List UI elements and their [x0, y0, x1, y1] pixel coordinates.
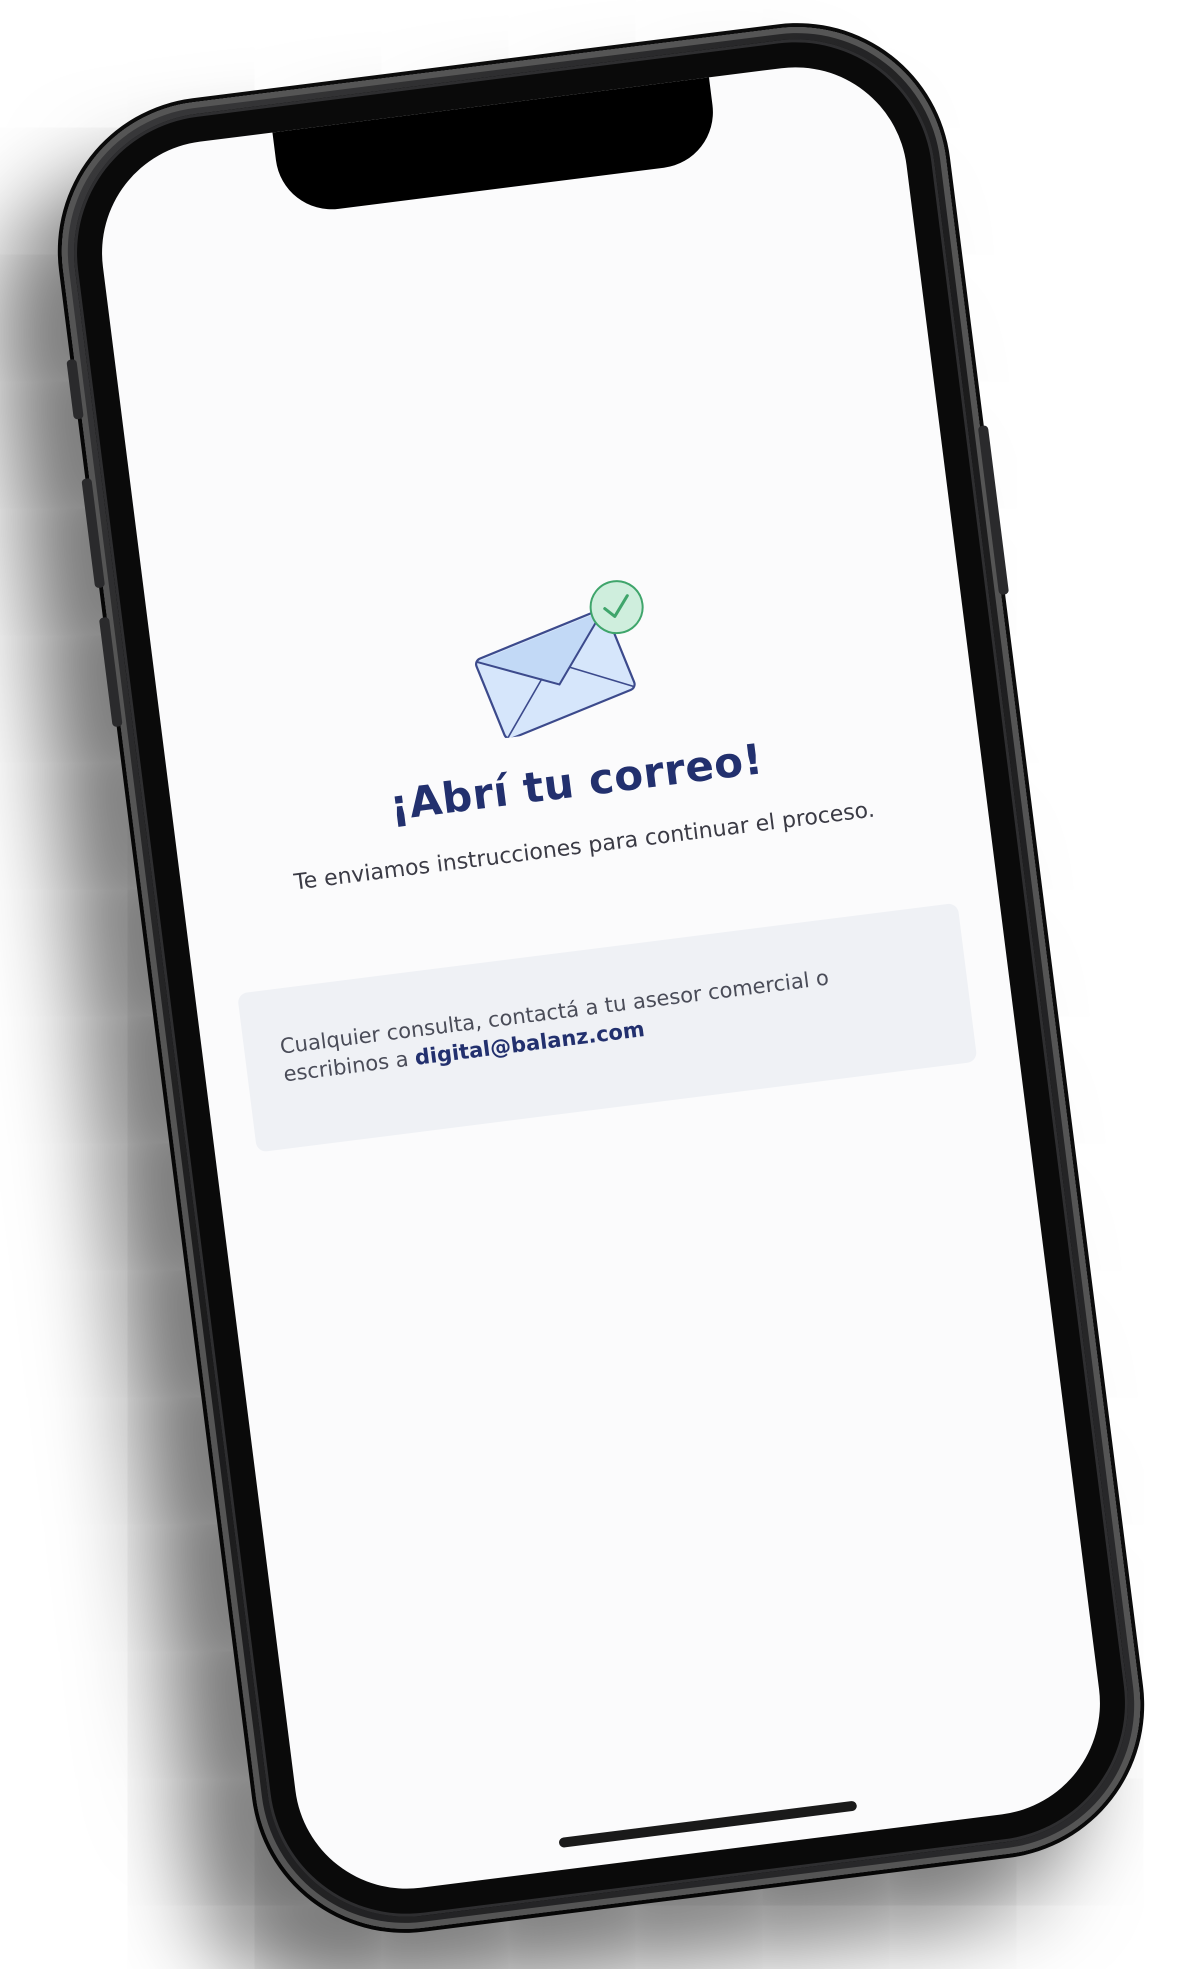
- stage: ¡Abrí tu correo! Te enviamos instruccion…: [0, 0, 1203, 1969]
- contact-info-text: Cualquier consulta, contactá a tu asesor…: [278, 965, 831, 1087]
- contact-info-box: Cualquier consulta, contactá a tu asesor…: [237, 902, 978, 1153]
- envelope-icon: [475, 580, 644, 740]
- confirmation-content: ¡Abrí tu correo! Te enviamos instruccion…: [149, 530, 988, 909]
- phone-mockup: ¡Abrí tu correo! Te enviamos instruccion…: [44, 9, 1158, 1947]
- envelope-check-icon: [452, 569, 669, 743]
